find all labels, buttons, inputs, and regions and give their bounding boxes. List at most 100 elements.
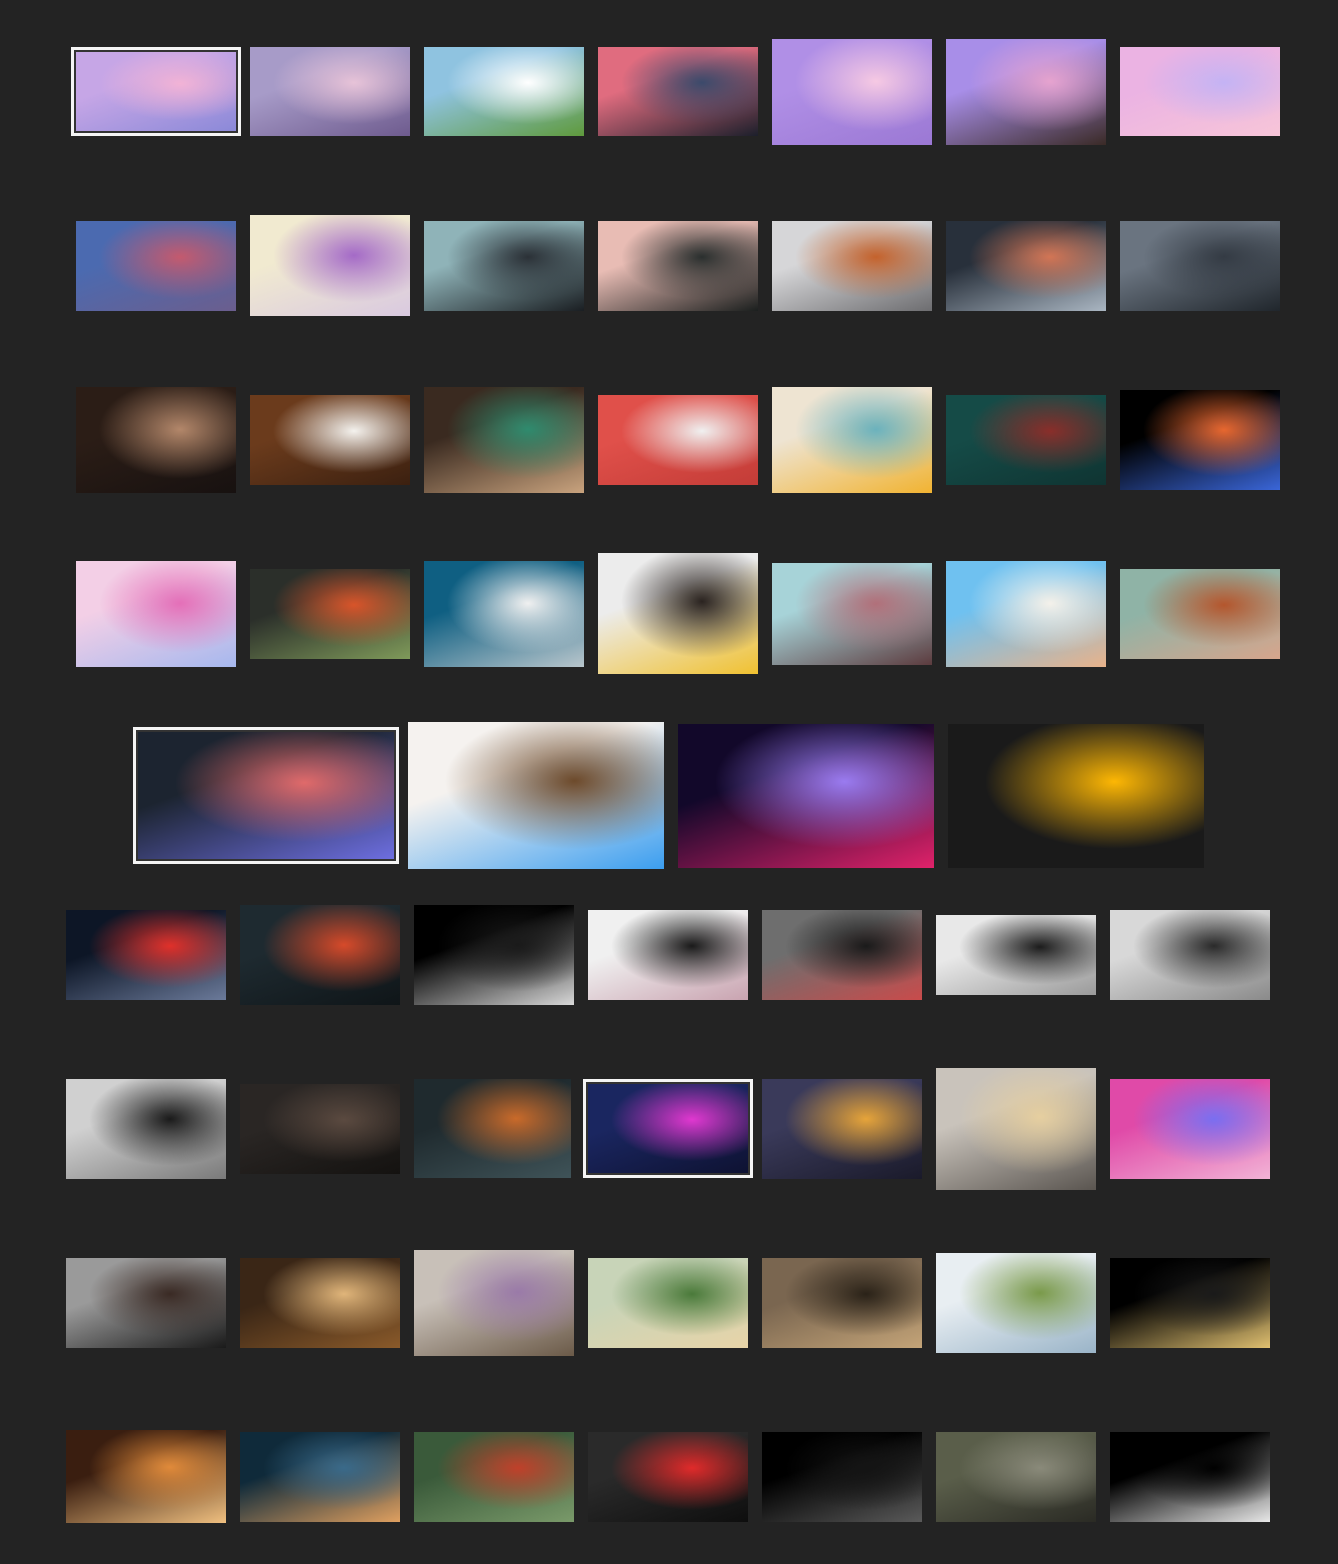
thumbnail-image <box>240 1432 400 1522</box>
thumb-pink-marble[interactable] <box>76 561 236 667</box>
thumbnail-image <box>1120 569 1280 659</box>
thumb-dark-mountains-teal[interactable] <box>424 221 584 311</box>
thumb-train-station[interactable] <box>76 221 236 311</box>
thumbnail-image <box>76 387 236 493</box>
thumbnail-image <box>76 52 236 131</box>
thumb-pink-painted-face[interactable] <box>1110 1079 1270 1179</box>
thumbnail-image <box>1120 390 1280 490</box>
thumb-silhouettes-fists[interactable] <box>1110 910 1270 1000</box>
thumbnail-image <box>66 1430 226 1523</box>
thumb-anime-cloud-hill[interactable] <box>424 47 584 136</box>
thumb-black-yellow-split[interactable] <box>948 724 1204 868</box>
thumb-black-cat-dark[interactable] <box>762 1432 922 1522</box>
thumb-anime-store-girl[interactable] <box>936 1432 1096 1522</box>
thumb-striped-building[interactable] <box>772 387 932 493</box>
thumb-black-small-figure[interactable] <box>1110 1432 1270 1522</box>
thumb-red-wall-outlets[interactable] <box>598 395 758 485</box>
thumb-blonde-bob-girl[interactable] <box>936 1068 1096 1190</box>
thumbnail-image <box>250 215 410 316</box>
thumbnail-image <box>66 1258 226 1348</box>
thumbnail-image <box>240 905 400 1005</box>
thumbnail-image <box>762 1432 922 1522</box>
thumbnail-image <box>1120 47 1280 136</box>
thumbnail-image <box>424 387 584 493</box>
thumbnail-image <box>1120 221 1280 311</box>
thumb-green-cup-latte[interactable] <box>424 387 584 493</box>
thumb-red-rings-abstract[interactable] <box>240 905 400 1005</box>
thumb-orange-tower-up[interactable] <box>1120 569 1280 659</box>
thumb-blue-sky-white-roof[interactable] <box>424 561 584 667</box>
thumb-anime-silver-hair-logo[interactable] <box>408 722 664 869</box>
thumb-autumn-forest-lake[interactable] <box>250 569 410 659</box>
thumbnail-image <box>414 1250 574 1356</box>
thumbnail-image <box>588 1432 748 1522</box>
thumb-triangle-building[interactable] <box>598 553 758 674</box>
thumbnail-image <box>678 724 934 868</box>
thumb-brunette-hands-up[interactable] <box>66 1258 226 1348</box>
thumb-pink-cubes-building[interactable] <box>772 563 932 665</box>
thumb-darth-vader-saber[interactable] <box>66 910 226 1000</box>
thumb-bw-girl-fence[interactable] <box>66 1079 226 1179</box>
thumbnail-image <box>76 221 236 311</box>
thumb-girl-smoking-cap[interactable] <box>414 1079 571 1178</box>
thumb-purple-dusk-mountain[interactable] <box>946 39 1106 145</box>
thumb-girl-red-symbols[interactable] <box>762 910 922 1000</box>
thumbnail-image <box>598 395 758 485</box>
thumb-anime-stairs-warm[interactable] <box>66 1430 226 1523</box>
thumb-city-pink-sunset[interactable] <box>598 47 758 136</box>
thumbnail-image <box>772 563 932 665</box>
thumbnail-image <box>762 1079 922 1179</box>
thumbnail-image <box>588 1084 748 1173</box>
thumbnail-image <box>1110 1432 1270 1522</box>
thumbnail-image <box>598 221 758 311</box>
thumb-foggy-forest[interactable] <box>1120 221 1280 311</box>
thumb-masked-demon-girl[interactable] <box>588 1432 748 1522</box>
thumbnail-image <box>772 387 932 493</box>
thumbnail-image <box>240 1258 400 1348</box>
thumbnail-image <box>772 39 932 145</box>
thumb-dalek[interactable] <box>946 395 1106 485</box>
thumb-cherry-blossom[interactable] <box>772 39 932 145</box>
thumb-black-bear-dark[interactable] <box>414 905 574 1005</box>
thumb-pink-cloudy-sky[interactable] <box>250 47 410 136</box>
thumbnail-image <box>588 910 748 1000</box>
thumb-coffee-beans-cup[interactable] <box>250 395 410 485</box>
thumb-girl-lavender-field[interactable] <box>414 1250 574 1356</box>
thumb-white-house-blue-sky[interactable] <box>946 561 1106 667</box>
thumb-purple-gradient-logo[interactable] <box>678 724 934 868</box>
thumbnail-image <box>250 395 410 485</box>
thumbnail-image <box>250 47 410 136</box>
thumb-abstract-orange-shapes[interactable] <box>946 221 1106 311</box>
thumb-liquid-swirl[interactable] <box>1120 390 1280 490</box>
thumb-neon-skeleton-logo[interactable] <box>133 727 399 864</box>
thumb-curly-hair-bokeh[interactable] <box>762 1079 922 1179</box>
thumbnail-image <box>66 910 226 1000</box>
thumbnail-image <box>948 724 1204 868</box>
thumb-pink-sky-peak[interactable] <box>598 221 758 311</box>
thumbnail-image <box>414 1432 574 1522</box>
thumb-latte-art-dark[interactable] <box>76 387 236 493</box>
thumb-cat-on-clouds[interactable] <box>1120 47 1280 136</box>
thumb-black-cat-whiskers[interactable] <box>1110 1258 1270 1348</box>
thumbnail-image <box>588 1258 748 1348</box>
thumb-retro-city-art[interactable] <box>240 1432 400 1522</box>
thumb-girl-green-valley[interactable] <box>588 1258 748 1348</box>
thumb-jungle-characters[interactable] <box>414 1432 574 1522</box>
thumb-pastel-clouds-moon[interactable] <box>71 47 241 136</box>
thumbnail-image <box>946 561 1106 667</box>
thumb-manga-pattern[interactable] <box>936 915 1096 995</box>
thumb-orange-ridge-fog[interactable] <box>772 221 932 311</box>
thumbnail-image <box>936 1432 1096 1522</box>
thumbnail-image <box>424 47 584 136</box>
thumb-purple-mist-peak[interactable] <box>250 215 410 316</box>
thumb-anime-white-hair-girl[interactable] <box>588 910 748 1000</box>
thumbnail-image <box>66 1079 226 1179</box>
thumbnail-image <box>946 395 1106 485</box>
thumbnail-image <box>762 910 922 1000</box>
thumb-yeti-octopus[interactable] <box>936 1253 1096 1353</box>
thumb-girl-profile-brown[interactable] <box>762 1258 922 1348</box>
thumb-girl-with-rifle[interactable] <box>240 1084 400 1174</box>
thumb-blonde-forest-girl[interactable] <box>240 1258 400 1348</box>
thumbnail-image <box>1110 1079 1270 1179</box>
thumb-neon-flower-girl[interactable] <box>583 1079 753 1178</box>
